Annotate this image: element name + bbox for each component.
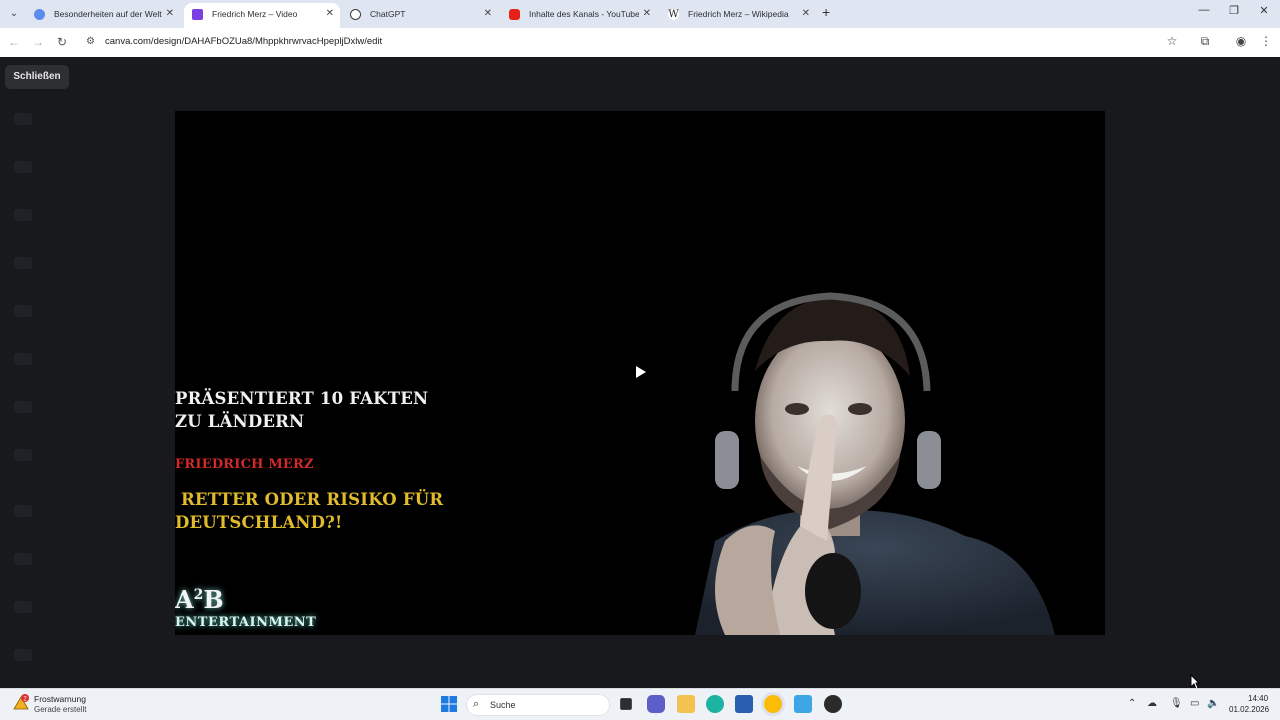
presenter-video-image [695, 292, 1055, 635]
windows-taskbar: 2 Frostwarnung Gerade erstellt ⌕ Suche ⌃… [0, 688, 1280, 720]
video-name-line: FRIEDRICH MERZ [175, 457, 314, 472]
dimmed-sidebar-item [14, 401, 32, 413]
forward-icon[interactable]: → [30, 34, 46, 50]
taskbar-search-box[interactable]: ⌕ Suche [466, 694, 610, 716]
weather-warning-icon[interactable]: 2 [12, 694, 30, 712]
close-tab-icon[interactable]: ✕ [802, 3, 810, 25]
play-icon[interactable] [631, 363, 649, 381]
dimmed-sidebar-item [14, 257, 32, 269]
dimmed-sidebar-item [14, 505, 32, 517]
weather-subtitle: Gerade erstellt [34, 705, 87, 714]
window-close-icon[interactable]: ✕ [1254, 4, 1274, 17]
close-tab-icon[interactable]: ✕ [484, 3, 492, 25]
tray-overflow-chevron-icon[interactable]: ⌃ [1128, 698, 1136, 709]
address-bar[interactable]: ⚙ canva.com/design/DAHAFbOZUa8/Mhppkhrwr… [80, 31, 1190, 54]
close-tab-icon[interactable]: ✕ [326, 3, 334, 25]
question-line-1: RETTER ODER RISIKO FÜR [175, 490, 444, 509]
video-title-line: PRÄSENTIERT 10 FAKTEN ZU LÄNDERN [175, 387, 428, 433]
microphone-icon[interactable]: 🎙 [1170, 698, 1183, 709]
search-placeholder: Suche [490, 700, 516, 710]
tab-title: ChatGPT [370, 9, 406, 19]
menu-kebab-icon[interactable]: ⋮ [1257, 34, 1275, 48]
edge-icon[interactable] [706, 695, 724, 713]
dimmed-sidebar-item [14, 305, 32, 317]
store-icon[interactable] [735, 695, 753, 713]
dimmed-sidebar-item [14, 649, 32, 661]
a2b-logo: A2B [175, 585, 224, 614]
video-frame[interactable]: PRÄSENTIERT 10 FAKTEN ZU LÄNDERN FRIEDRI… [175, 111, 1105, 635]
minimize-icon[interactable]: — [1194, 4, 1214, 16]
canva-icon [192, 9, 203, 20]
canva-present-view: Schließen PRÄSENTIERT 10 FAKTEN ZU LÄNDE… [0, 57, 1280, 690]
weather-title[interactable]: Frostwarnung [34, 694, 86, 704]
bookmark-star-icon[interactable]: ☆ [1163, 34, 1181, 48]
dimmed-sidebar-item [14, 449, 32, 461]
teams-icon[interactable] [647, 695, 665, 713]
site-info-icon[interactable]: ⚙ [86, 36, 95, 47]
profile-icon[interactable]: ◉ [1232, 34, 1250, 48]
task-view-icon[interactable] [620, 698, 632, 710]
title-line-1: PRÄSENTIERT 10 FAKTEN [175, 389, 429, 408]
close-tab-icon[interactable]: ✕ [643, 3, 651, 25]
extensions-icon[interactable]: ⧉ [1196, 34, 1214, 49]
tab-youtube-studio[interactable]: Inhalte des Kanals - YouTube St ✕ [501, 3, 657, 28]
tab-search-dropdown-icon[interactable]: ⌄ [5, 5, 23, 23]
close-tab-icon[interactable]: ✕ [166, 3, 174, 25]
chrome-page-icon [34, 9, 45, 20]
clock-time[interactable]: 14:40 [1248, 694, 1268, 703]
title-line-2: ZU LÄNDERN [175, 412, 305, 431]
new-tab-button[interactable]: + [822, 4, 830, 20]
tab-friedrich-merz-video[interactable]: Friedrich Merz – Video ✕ [184, 3, 340, 28]
windows-start-icon[interactable] [440, 695, 458, 713]
dimmed-sidebar-item [14, 553, 32, 565]
wikipedia-icon: W [668, 9, 679, 20]
search-icon: ⌕ [473, 698, 480, 710]
tab-title: Friedrich Merz – Wikipedia [688, 9, 789, 19]
clock-date[interactable]: 01.02.2026 [1229, 705, 1269, 714]
logo-letter-b: B [203, 585, 224, 614]
logo-entertainment-text: ENTERTAINMENT [175, 615, 317, 630]
notepad-icon[interactable] [794, 695, 812, 713]
dimmed-sidebar-item [14, 601, 32, 613]
chatgpt-icon [350, 9, 361, 20]
volume-icon[interactable]: 🔈 [1207, 698, 1219, 709]
url-text[interactable]: canva.com/design/DAHAFbOZUa8/Mhppkhrwrva… [105, 36, 382, 47]
dimmed-sidebar-item [14, 113, 32, 125]
dimmed-sidebar-item [14, 209, 32, 221]
logo-letter-a: A [175, 585, 194, 614]
dimmed-sidebar-item [14, 353, 32, 365]
youtube-icon [509, 9, 520, 20]
reload-icon[interactable]: ↻ [54, 34, 70, 50]
close-presentation-button[interactable]: Schließen [5, 65, 69, 89]
browser-toolbar: ← → ↻ ⚙ canva.com/design/DAHAFbOZUa8/Mhp… [0, 28, 1280, 57]
tab-title: Friedrich Merz – Video [212, 9, 298, 19]
network-icon[interactable]: ▭ [1190, 698, 1199, 709]
chrome-icon[interactable] [764, 695, 782, 713]
video-question-line: RETTER ODER RISIKO FÜR DEUTSCHLAND?! [175, 488, 443, 534]
restore-icon[interactable]: ❐ [1224, 4, 1244, 17]
file-explorer-icon[interactable] [677, 695, 695, 713]
onedrive-icon[interactable]: ☁ [1147, 698, 1157, 709]
tab-wikipedia[interactable]: W Friedrich Merz – Wikipedia ✕ [660, 3, 816, 28]
tab-title: Besonderheiten auf der Welt – [54, 9, 164, 19]
recording-app-icon[interactable] [824, 695, 842, 713]
logo-superscript: 2 [193, 587, 204, 603]
tab-chatgpt[interactable]: ChatGPT ✕ [342, 3, 498, 28]
dimmed-sidebar-item [14, 161, 32, 173]
tab-besonderheiten[interactable]: Besonderheiten auf der Welt – ✕ [26, 3, 180, 28]
question-line-2: DEUTSCHLAND?! [175, 513, 343, 532]
tab-title: Inhalte des Kanals - YouTube St [529, 9, 639, 19]
browser-tab-strip: ⌄ Besonderheiten auf der Welt – ✕ Friedr… [0, 0, 1280, 28]
back-icon[interactable]: ← [6, 34, 22, 50]
